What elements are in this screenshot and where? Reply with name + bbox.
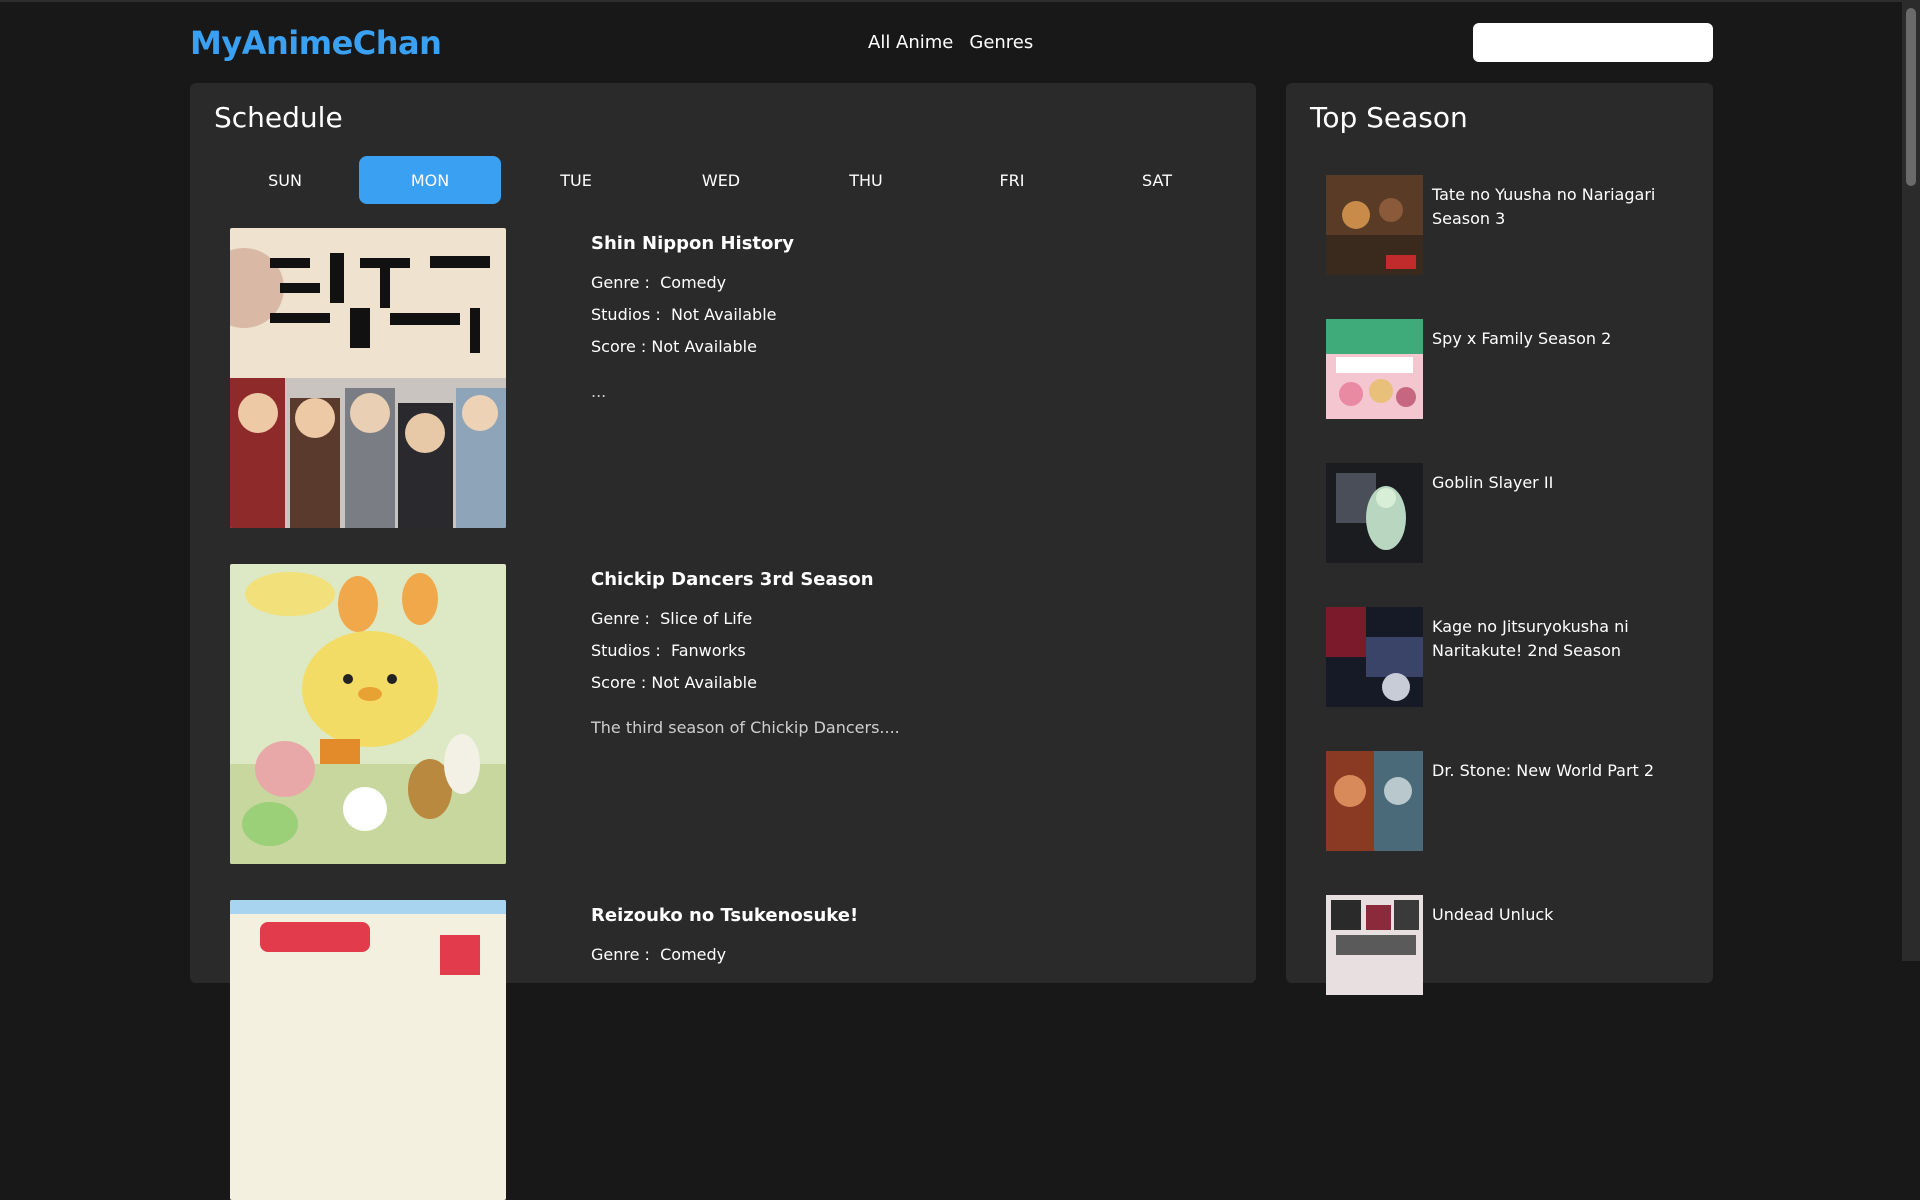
anime-genre: Genre : Comedy (591, 946, 1091, 964)
anime-title[interactable]: Chickip Dancers 3rd Season (591, 569, 1091, 590)
nav-genres[interactable]: Genres (969, 32, 1033, 53)
top-season-name[interactable]: Dr. Stone: New World Part 2 (1432, 759, 1682, 783)
anime-info: Reizouko no Tsukenosuke! Genre : Comedy (591, 900, 1091, 964)
site-logo[interactable]: MyAnimeChan (190, 24, 442, 62)
top-season-thumbnail[interactable] (1326, 607, 1423, 707)
top-season-name[interactable]: Kage no Jitsuryokusha ni Naritakute! 2nd… (1432, 615, 1682, 663)
top-season-item[interactable]: Dr. Stone: New World Part 2 (1326, 751, 1686, 851)
top-season-item[interactable]: Kage no Jitsuryokusha ni Naritakute! 2nd… (1326, 607, 1686, 707)
genre-value: Comedy (660, 945, 727, 964)
top-season-title: Top Season (1310, 101, 1468, 134)
top-season-thumbnail[interactable] (1326, 895, 1423, 995)
genre-value: Slice of Life (660, 609, 753, 628)
site-header: MyAnimeChan All Anime Genres (190, 0, 1713, 84)
top-season-item[interactable]: Undead Unluck (1326, 895, 1686, 995)
anime-synopsis: The third season of Chickip Dancers.... (591, 718, 900, 737)
top-season-name[interactable]: Undead Unluck (1432, 903, 1682, 927)
top-season-item[interactable]: Tate no Yuusha no Nariagari Season 3 (1326, 175, 1686, 275)
top-season-thumbnail[interactable] (1326, 175, 1423, 275)
top-season-thumbnail[interactable] (1326, 319, 1423, 419)
top-season-thumbnail[interactable] (1326, 463, 1423, 563)
score-label: Score : (591, 337, 647, 356)
top-season-panel: Top Season Tate no Yuusha no Nariagari S… (1286, 83, 1713, 995)
top-season-name[interactable]: Goblin Slayer II (1432, 471, 1682, 495)
top-season-item[interactable]: Goblin Slayer II (1326, 463, 1686, 563)
score-value: Not Available (651, 337, 757, 356)
tab-fri[interactable]: FRI (941, 156, 1083, 204)
main-nav: All Anime Genres (868, 32, 1033, 53)
search-input[interactable] (1473, 23, 1713, 62)
anime-genre: Genre : Comedy (591, 274, 1091, 292)
studios-label: Studios : (591, 641, 661, 660)
anime-studios: Studios : Not Available (591, 306, 1091, 324)
anime-score: Score : Not Available (591, 338, 1091, 356)
anime-info: Chickip Dancers 3rd Season Genre : Slice… (591, 564, 1091, 737)
tab-sun[interactable]: SUN (214, 156, 356, 204)
schedule-title: Schedule (214, 101, 343, 134)
studios-value: Not Available (670, 305, 777, 324)
anime-studios: Studios : Fanworks (591, 642, 1091, 660)
genre-label: Genre : (591, 273, 650, 292)
day-tabs: SUN MON TUE WED THU FRI SAT (214, 156, 1232, 204)
tab-wed[interactable]: WED (650, 156, 792, 204)
anime-poster[interactable] (230, 228, 506, 528)
anime-info: Shin Nippon History Genre : Comedy Studi… (591, 228, 1091, 401)
anime-score: Score : Not Available (591, 674, 1091, 692)
genre-label: Genre : (591, 945, 650, 964)
anime-title[interactable]: Reizouko no Tsukenosuke! (591, 905, 1091, 926)
anime-genre: Genre : Slice of Life (591, 610, 1091, 628)
tab-tue[interactable]: TUE (505, 156, 647, 204)
genre-value: Comedy (660, 273, 727, 292)
tab-sat[interactable]: SAT (1086, 156, 1228, 204)
score-value: Not Available (651, 673, 757, 692)
score-label: Score : (591, 673, 647, 692)
scrollbar-thumb[interactable] (1906, 8, 1916, 186)
top-season-thumbnail[interactable] (1326, 751, 1423, 851)
anime-title[interactable]: Shin Nippon History (591, 233, 1091, 254)
nav-all-anime[interactable]: All Anime (868, 32, 953, 53)
tab-mon[interactable]: MON (359, 156, 501, 204)
studios-label: Studios : (591, 305, 661, 324)
top-season-name[interactable]: Spy x Family Season 2 (1432, 327, 1682, 351)
tab-thu[interactable]: THU (795, 156, 937, 204)
anime-poster[interactable] (230, 900, 506, 1200)
top-season-name[interactable]: Tate no Yuusha no Nariagari Season 3 (1432, 183, 1682, 231)
anime-poster[interactable] (230, 564, 506, 864)
anime-synopsis: ... (591, 382, 607, 401)
page-scrollbar[interactable] (1902, 0, 1920, 961)
schedule-panel: Schedule SUN MON TUE WED THU FRI SAT Shi… (190, 83, 1256, 1200)
top-season-item[interactable]: Spy x Family Season 2 (1326, 319, 1686, 419)
genre-label: Genre : (591, 609, 650, 628)
studios-value: Fanworks (670, 641, 746, 660)
